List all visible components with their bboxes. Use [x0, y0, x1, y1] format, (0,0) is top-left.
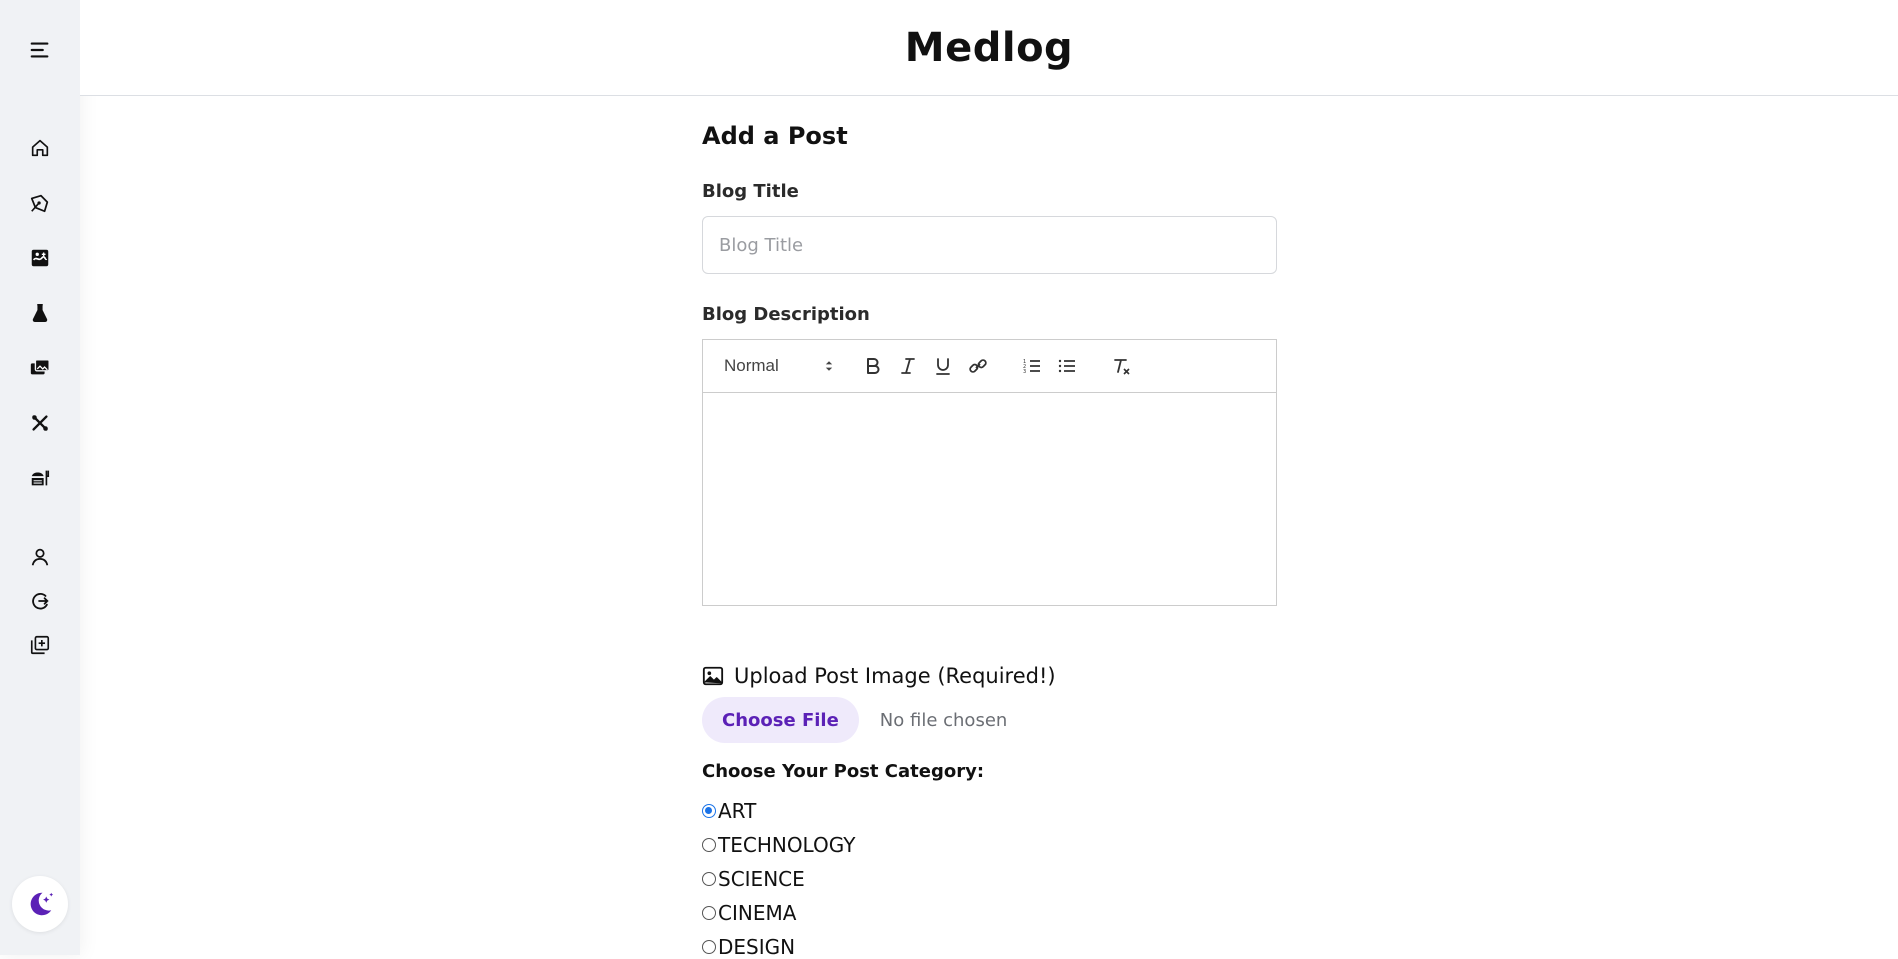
- category-option-cinema[interactable]: CINEMA: [702, 901, 796, 925]
- svg-text:3: 3: [1023, 369, 1026, 375]
- food-icon[interactable]: [28, 466, 52, 490]
- italic-icon: [901, 358, 915, 374]
- home-icon[interactable]: [28, 136, 52, 160]
- italic-button[interactable]: [896, 354, 920, 378]
- category-radio-science[interactable]: [702, 872, 716, 886]
- file-status-text: No file chosen: [879, 709, 1008, 731]
- link-button[interactable]: [966, 354, 990, 378]
- category-option-label: TECHNOLOGY: [718, 833, 856, 857]
- category-radio-technology[interactable]: [702, 838, 716, 852]
- top-header: Medlog: [80, 0, 1898, 96]
- moon-stars-icon: [30, 892, 54, 916]
- editor-toolbar: Normal 123: [703, 340, 1276, 393]
- category-option-label: ART: [718, 799, 757, 823]
- blog-description-label: Blog Description: [702, 304, 870, 325]
- link-icon: [969, 359, 987, 373]
- editor-content-area[interactable]: [703, 393, 1276, 605]
- bullet-list-icon: [1058, 359, 1075, 373]
- file-input[interactable]: Choose File No file chosen: [702, 697, 1007, 743]
- ordered-list-button[interactable]: 123: [1020, 354, 1044, 378]
- blog-title-input[interactable]: [702, 216, 1277, 274]
- user-icon[interactable]: [28, 545, 52, 569]
- underline-button[interactable]: [931, 354, 955, 378]
- category-radio-art[interactable]: [702, 804, 716, 818]
- category-label: Choose Your Post Category:: [702, 761, 985, 782]
- format-select-value: Normal: [724, 356, 779, 375]
- category-option-label: SCIENCE: [718, 867, 805, 891]
- bold-icon: [867, 358, 880, 374]
- ordered-list-icon: 123: [1023, 359, 1040, 375]
- rich-text-editor: Normal 123: [702, 339, 1277, 606]
- clear-format-icon: [1114, 359, 1130, 375]
- format-select[interactable]: Normal: [724, 354, 834, 378]
- category-option-science[interactable]: SCIENCE: [702, 867, 805, 891]
- tools-icon[interactable]: [28, 411, 52, 435]
- underline-icon: [936, 358, 950, 375]
- upload-image-row: Upload Post Image (Required!): [702, 664, 1056, 688]
- image-gallery-icon[interactable]: [28, 246, 52, 270]
- category-radio-cinema[interactable]: [702, 906, 716, 920]
- logout-icon[interactable]: [28, 589, 52, 613]
- category-option-label: DESIGN: [718, 935, 796, 959]
- blog-title-label: Blog Title: [702, 181, 799, 202]
- bullet-list-button[interactable]: [1055, 354, 1079, 378]
- flask-icon[interactable]: [28, 301, 52, 325]
- category-option-label: CINEMA: [718, 901, 797, 925]
- pen-tool-icon[interactable]: [28, 191, 52, 215]
- photos-icon[interactable]: [28, 356, 52, 380]
- page-title: Add a Post: [702, 122, 848, 150]
- category-option-design[interactable]: DESIGN: [702, 935, 795, 959]
- image-icon: [702, 666, 724, 686]
- menu-icon[interactable]: [28, 38, 52, 62]
- clear-format-button[interactable]: [1109, 354, 1133, 378]
- category-radio-design[interactable]: [702, 940, 716, 954]
- add-post-icon[interactable]: [28, 633, 52, 657]
- select-arrows-icon: [825, 361, 833, 371]
- sidebar: [0, 0, 80, 955]
- brand-title[interactable]: Medlog: [905, 25, 1073, 71]
- category-option-art[interactable]: ART: [702, 799, 756, 823]
- category-option-technology[interactable]: TECHNOLOGY: [702, 833, 855, 857]
- bold-button[interactable]: [861, 354, 885, 378]
- upload-image-label: Upload Post Image (Required!): [734, 664, 1056, 688]
- theme-toggle-button[interactable]: [12, 876, 68, 932]
- choose-file-button[interactable]: Choose File: [702, 697, 859, 743]
